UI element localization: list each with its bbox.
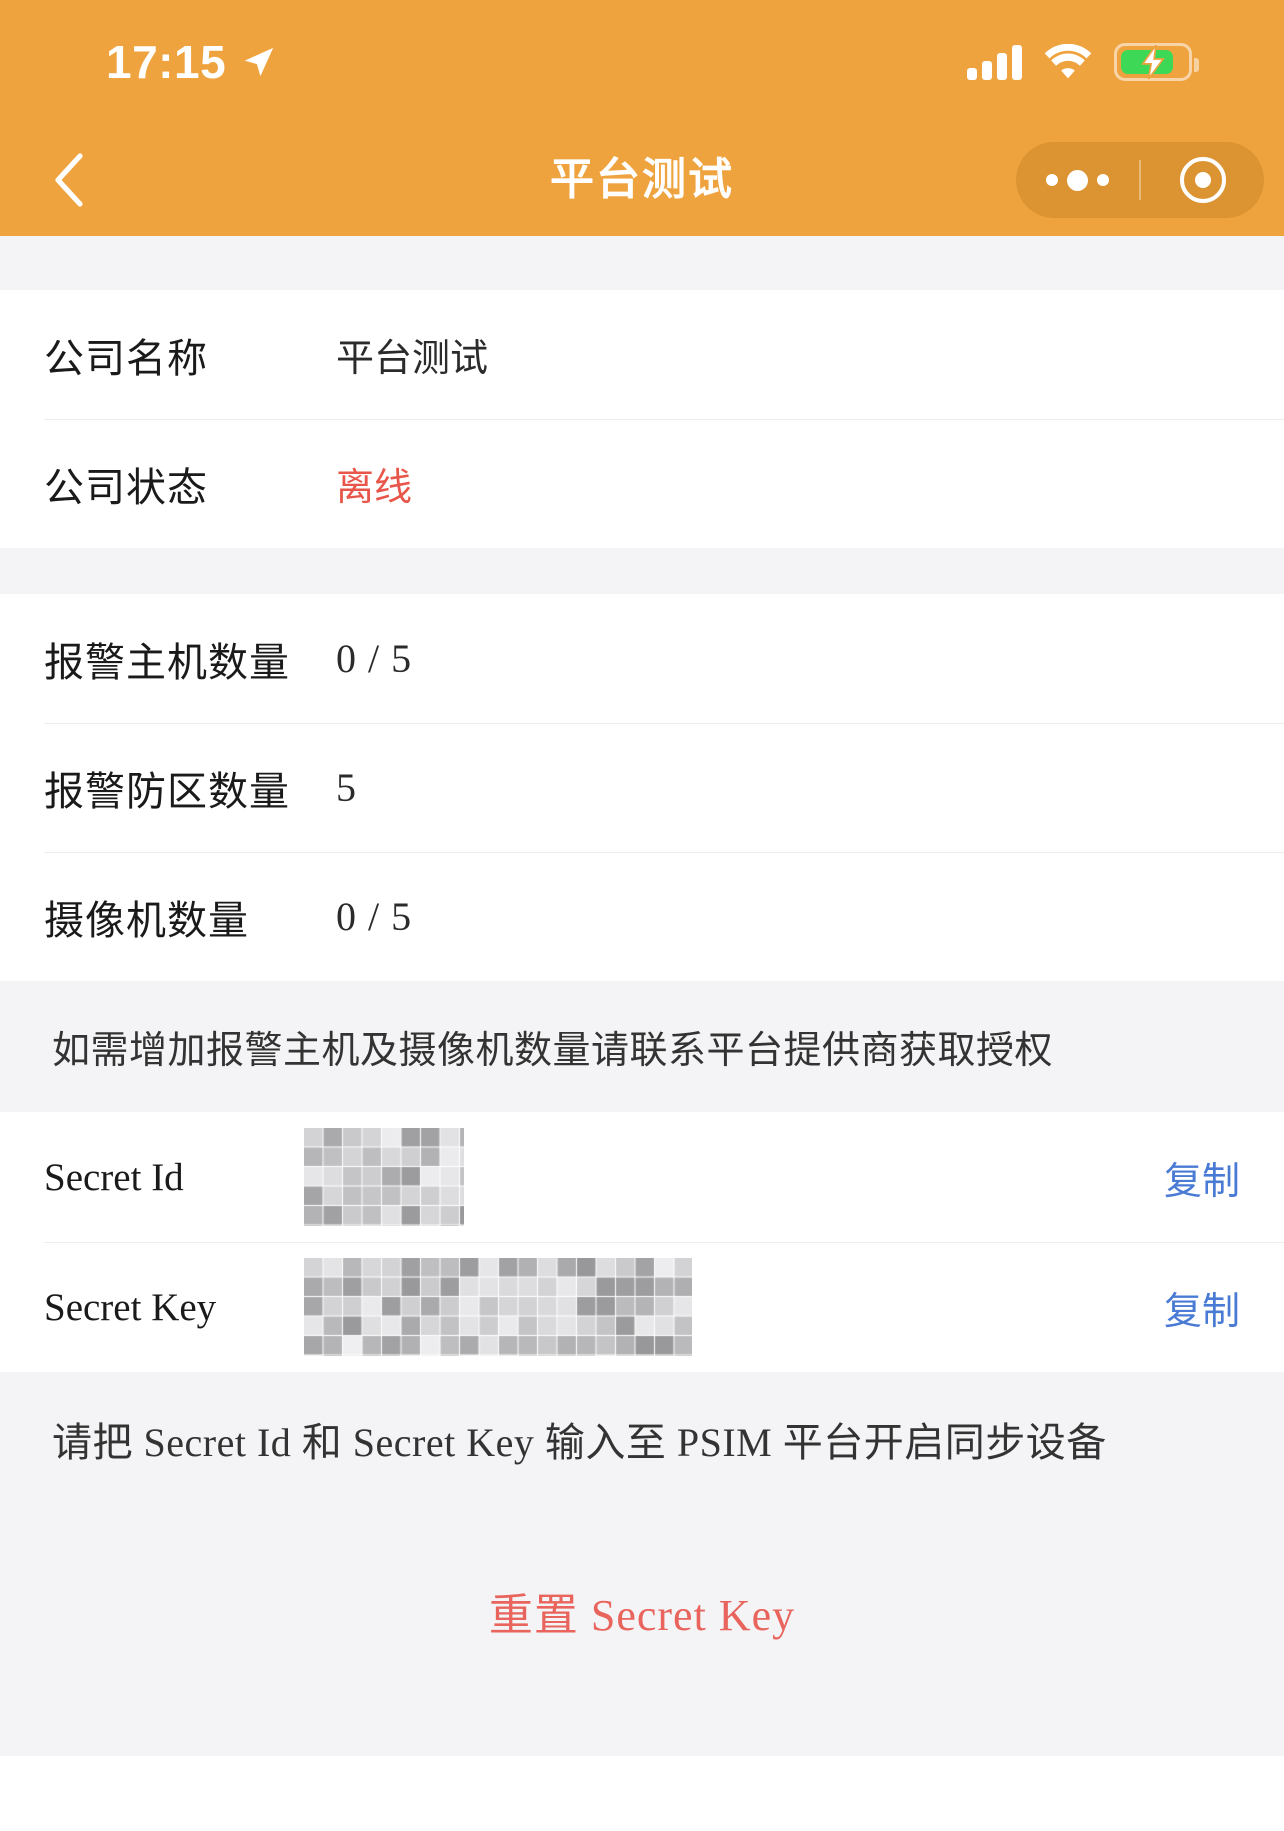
row-value-company-name: 平台测试 bbox=[336, 327, 488, 382]
status-bar: 17:15 bbox=[0, 0, 1284, 124]
row-value-camera-count: 0 / 5 bbox=[336, 893, 412, 940]
table-row: 报警防区数量 5 bbox=[0, 723, 1284, 852]
secret-key-row: Secret Key 复制 bbox=[0, 1242, 1284, 1372]
secret-id-masked-value bbox=[304, 1128, 464, 1226]
copy-secret-id-button[interactable]: 复制 bbox=[1144, 1150, 1240, 1205]
row-value-alarm-host-count: 0 / 5 bbox=[336, 635, 412, 682]
reset-section: 重置 Secret Key bbox=[0, 1506, 1284, 1716]
row-label-camera-count: 摄像机数量 bbox=[44, 888, 336, 946]
nav-bar: 平台测试 bbox=[0, 124, 1284, 236]
secret-id-label: Secret Id bbox=[44, 1155, 304, 1200]
wifi-icon bbox=[1044, 44, 1092, 80]
more-menu-button[interactable] bbox=[1016, 142, 1139, 218]
cellular-signal-icon bbox=[967, 44, 1022, 80]
close-miniprogram-button[interactable] bbox=[1141, 142, 1264, 218]
secret-credentials-card: Secret Id 复制 Secret Key 复制 bbox=[0, 1112, 1284, 1372]
row-label-alarm-zone-count: 报警防区数量 bbox=[44, 759, 336, 817]
mini-program-capsule bbox=[1016, 142, 1264, 218]
table-row: 公司名称 平台测试 bbox=[0, 290, 1284, 419]
status-badge: 离线 bbox=[336, 456, 412, 511]
table-row: 摄像机数量 0 / 5 bbox=[0, 852, 1284, 981]
device-counts-card: 报警主机数量 0 / 5 报警防区数量 5 摄像机数量 0 / 5 bbox=[0, 594, 1284, 981]
copy-secret-key-button[interactable]: 复制 bbox=[1144, 1280, 1240, 1335]
table-row: 公司状态 离线 bbox=[0, 419, 1284, 548]
page-content: 公司名称 平台测试 公司状态 离线 报警主机数量 0 / 5 报警防区数量 5 … bbox=[0, 236, 1284, 1756]
bottom-filler bbox=[0, 1716, 1284, 1756]
authorization-notice: 如需增加报警主机及摄像机数量请联系平台提供商获取授权 bbox=[0, 981, 1284, 1112]
section-gap-middle bbox=[0, 548, 1284, 594]
secret-key-masked-value bbox=[304, 1258, 692, 1356]
secret-key-label: Secret Key bbox=[44, 1285, 304, 1330]
charging-bolt-icon bbox=[1140, 45, 1166, 79]
row-label-alarm-host-count: 报警主机数量 bbox=[44, 630, 336, 688]
status-bar-right bbox=[967, 43, 1226, 81]
psim-notice: 请把 Secret Id 和 Secret Key 输入至 PSIM 平台开启同… bbox=[0, 1372, 1284, 1506]
row-label-company-name: 公司名称 bbox=[44, 326, 336, 384]
more-dots-icon bbox=[1046, 170, 1109, 191]
table-row: 报警主机数量 0 / 5 bbox=[0, 594, 1284, 723]
section-gap-top bbox=[0, 236, 1284, 290]
status-bar-time: 17:15 bbox=[106, 39, 226, 85]
secret-id-row: Secret Id 复制 bbox=[0, 1112, 1284, 1242]
row-label-company-status: 公司状态 bbox=[44, 455, 336, 513]
target-circle-icon bbox=[1180, 157, 1226, 203]
row-value-alarm-zone-count: 5 bbox=[336, 764, 357, 811]
company-info-card: 公司名称 平台测试 公司状态 离线 bbox=[0, 290, 1284, 548]
location-arrow-icon bbox=[242, 45, 276, 79]
reset-secret-key-button[interactable]: 重置 Secret Key bbox=[489, 1579, 795, 1643]
battery-charging-icon bbox=[1114, 43, 1192, 81]
status-bar-left: 17:15 bbox=[58, 39, 276, 85]
